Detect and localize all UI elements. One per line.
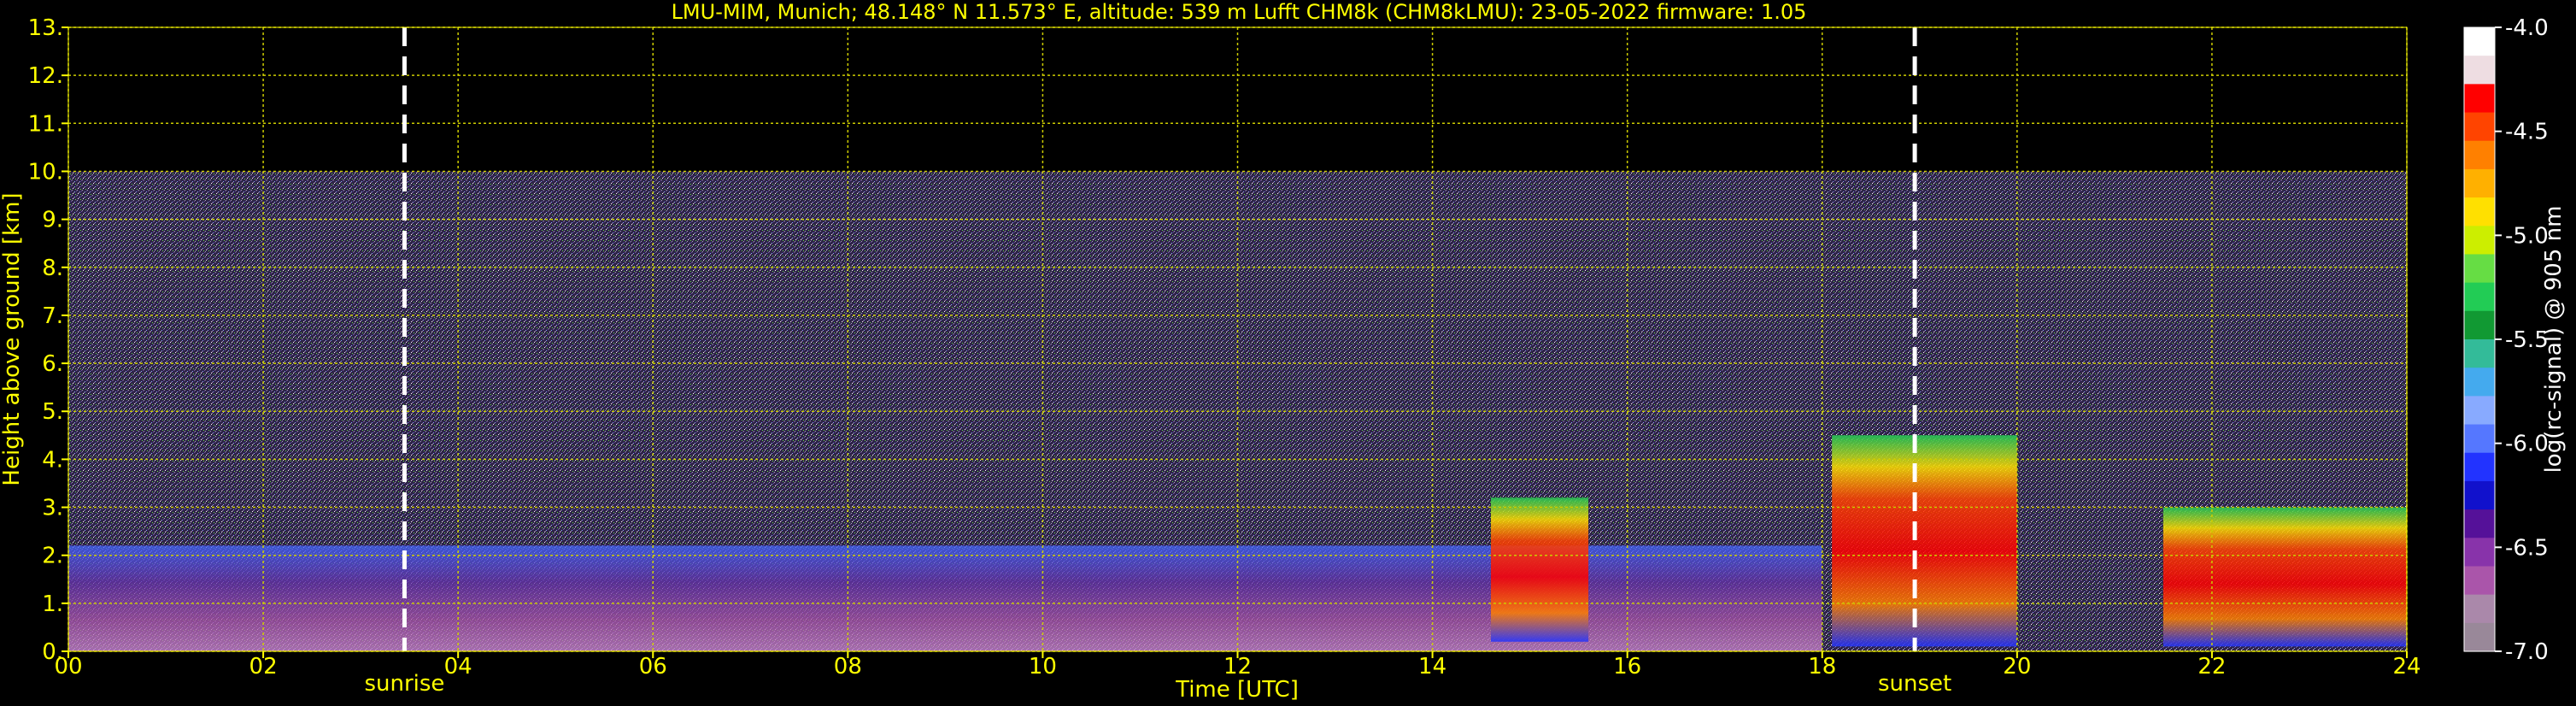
colorbar-segment xyxy=(2464,622,2495,652)
colorbar-tick-label: -6.5 xyxy=(2505,535,2549,561)
colorbar-tick-label: -4.5 xyxy=(2505,120,2549,145)
ceilometer-chart: sunrise sunset 00 02 04 06 08 10 12 14 16 18 20 22 24… xyxy=(0,0,2567,703)
x-tick-label: 04 xyxy=(444,654,472,680)
colorbar-segment xyxy=(2464,226,2495,256)
colorbar-segment xyxy=(2464,56,2495,85)
colorbar-segment xyxy=(2464,566,2495,596)
colorbar-segment xyxy=(2464,396,2495,426)
x-axis-label: Time [UTC] xyxy=(1175,677,1299,703)
y-tick-label: 5. xyxy=(42,399,63,425)
colorbar: -4.0-4.5-5.0-5.5-6.0-6.5-7.0 xyxy=(2463,15,2549,665)
x-tick-label: 22 xyxy=(2198,654,2226,680)
cloud-feature-1 xyxy=(1491,497,1589,642)
colorbar-label: log(rc-signal) @ 905 nm xyxy=(2541,206,2567,474)
y-tick-label: 6. xyxy=(42,351,63,377)
y-tick-label: 3. xyxy=(42,496,63,521)
x-tick-label: 24 xyxy=(2392,654,2421,680)
y-tick-label: 13. xyxy=(28,15,63,41)
colorbar-segment xyxy=(2464,112,2495,142)
cloud-feature-3 xyxy=(2162,507,2407,647)
y-tick-label: 12. xyxy=(28,63,63,89)
colorbar-segment xyxy=(2464,452,2495,482)
colorbar-segment xyxy=(2464,310,2495,340)
sunrise-label: sunrise xyxy=(364,671,444,697)
cloud-feature-2 xyxy=(1832,435,2017,647)
y-tick-label: 2. xyxy=(42,544,63,569)
colorbar-tick-label: -7.0 xyxy=(2505,639,2549,665)
colorbar-segment xyxy=(2464,168,2495,198)
colorbar-segment xyxy=(2464,140,2495,170)
y-tick-label: 0. xyxy=(42,639,63,665)
colorbar-segment xyxy=(2464,84,2495,114)
x-tick-label: 12 xyxy=(1223,654,1252,680)
chart-title: LMU-MIM, Munich; 48.148° N 11.573° E, al… xyxy=(672,0,1807,24)
colorbar-segment xyxy=(2464,480,2495,510)
colorbar-segment xyxy=(2464,339,2495,368)
x-tick-label: 14 xyxy=(1418,654,1446,680)
y-tick-label: 4. xyxy=(42,447,63,473)
y-tick-label: 10. xyxy=(28,159,63,185)
y-axis-label: Height above ground [km] xyxy=(0,192,25,485)
colorbar-tick-label: -4.0 xyxy=(2505,15,2549,41)
x-tick-label: 18 xyxy=(1808,654,1836,680)
y-tick-label: 1. xyxy=(42,591,63,617)
colorbar-segment xyxy=(2464,282,2495,312)
x-tick-label: 06 xyxy=(639,654,667,680)
y-tick-label: 8. xyxy=(42,256,63,281)
colorbar-segment xyxy=(2464,509,2495,538)
x-tick-label: 02 xyxy=(249,654,278,680)
colorbar-segment xyxy=(2464,254,2495,284)
colorbar-segment xyxy=(2464,538,2495,568)
y-tick-label: 7. xyxy=(42,303,63,329)
colorbar-segment xyxy=(2464,27,2495,56)
colorbar-segment xyxy=(2464,424,2495,454)
y-tick-label: 11. xyxy=(28,111,63,137)
colorbar-segment xyxy=(2464,368,2495,397)
sunset-label: sunset xyxy=(1878,671,1951,697)
y-tick-label: 9. xyxy=(42,208,63,233)
colorbar-segment xyxy=(2464,197,2495,227)
colorbar-segment xyxy=(2464,594,2495,624)
x-tick-label: 08 xyxy=(834,654,862,680)
x-tick-label: 10 xyxy=(1029,654,1057,680)
x-tick-label: 20 xyxy=(2003,654,2031,680)
x-tick-label: 16 xyxy=(1613,654,1641,680)
